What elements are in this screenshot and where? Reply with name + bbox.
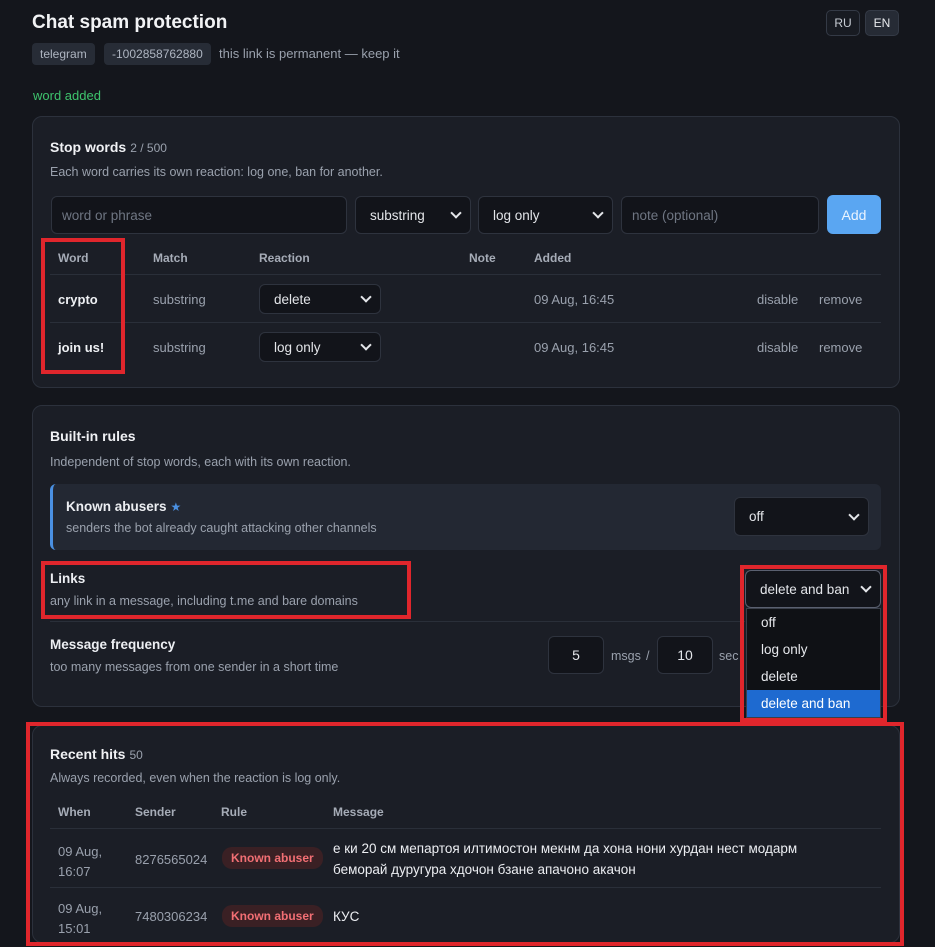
row-word: crypto bbox=[58, 292, 98, 307]
chevron-down-icon bbox=[360, 291, 372, 303]
hit-when: 09 Aug, 15:01 bbox=[58, 899, 102, 939]
hits-title: Recent hits bbox=[50, 746, 126, 762]
col-note: Note bbox=[469, 251, 496, 265]
chevron-down-icon bbox=[360, 339, 372, 351]
links-dropdown-menu: off log only delete delete and ban bbox=[746, 608, 881, 718]
rule-badge: Known abuser bbox=[222, 905, 323, 927]
frequency-msgs-input[interactable]: 5 bbox=[548, 636, 604, 674]
dropdown-option-log-only[interactable]: log only bbox=[747, 636, 880, 663]
match-select-value: substring bbox=[370, 207, 425, 223]
add-button[interactable]: Add bbox=[827, 195, 881, 234]
note-input[interactable]: note (optional) bbox=[621, 196, 819, 234]
hit-message-line: е ки 20 см мепартоя илтимостон мекнм да … bbox=[333, 841, 798, 856]
builtin-subtitle: Independent of stop words, each with its… bbox=[50, 455, 351, 469]
chevron-down-icon bbox=[450, 207, 462, 219]
hit-when-time: 15:01 bbox=[58, 921, 91, 936]
disable-link[interactable]: disable bbox=[757, 292, 798, 307]
row-reaction-value: delete bbox=[274, 291, 311, 307]
col-sender: Sender bbox=[135, 805, 176, 819]
known-abusers-heading: Known abusers ★ bbox=[66, 499, 181, 514]
remove-link[interactable]: remove bbox=[819, 292, 862, 307]
hit-sender: 8276565024 bbox=[135, 852, 208, 867]
divider bbox=[50, 887, 881, 888]
builtin-title: Built-in rules bbox=[50, 428, 136, 444]
chevron-down-icon bbox=[592, 207, 604, 219]
dropdown-option-delete[interactable]: delete bbox=[747, 663, 880, 690]
known-abusers-title: Known abusers bbox=[66, 499, 167, 514]
chevron-down-icon bbox=[848, 508, 860, 521]
row-added: 09 Aug, 16:45 bbox=[534, 340, 615, 355]
links-select[interactable]: delete and ban bbox=[745, 570, 881, 608]
row-reaction-select[interactable]: delete bbox=[259, 284, 381, 314]
col-word: Word bbox=[58, 251, 89, 265]
hit-when: 09 Aug, 16:07 bbox=[58, 842, 102, 882]
word-input[interactable]: word or phrase bbox=[51, 196, 347, 234]
divider bbox=[50, 621, 745, 622]
divider bbox=[50, 274, 881, 275]
hit-sender: 7480306234 bbox=[135, 909, 208, 924]
permanent-note: this link is permanent — keep it bbox=[219, 46, 400, 61]
dropdown-option-delete-and-ban[interactable]: delete and ban bbox=[747, 690, 880, 717]
col-rule: Rule bbox=[221, 805, 248, 819]
lang-ru-button[interactable]: RU bbox=[826, 10, 860, 36]
frequency-msgs-unit: msgs bbox=[611, 649, 641, 663]
links-desc: any link in a message, including t.me an… bbox=[50, 594, 358, 608]
hit-when-date: 09 Aug, bbox=[58, 844, 103, 859]
hits-subtitle: Always recorded, even when the reaction … bbox=[50, 771, 341, 785]
star-icon: ★ bbox=[170, 500, 182, 514]
links-select-value: delete and ban bbox=[760, 581, 850, 597]
stop-words-subtitle: Each word carries its own reaction: log … bbox=[50, 165, 383, 179]
flash-message: word added bbox=[33, 88, 101, 103]
stop-words-heading: Stop words 2 / 500 bbox=[50, 139, 167, 155]
col-added: Added bbox=[534, 251, 572, 265]
row-match: substring bbox=[153, 340, 206, 355]
dropdown-option-off[interactable]: off bbox=[747, 609, 880, 636]
frequency-secs-input[interactable]: 10 bbox=[657, 636, 713, 674]
hit-when-date: 09 Aug, bbox=[58, 901, 103, 916]
divider bbox=[50, 322, 881, 323]
reaction-select-value: log only bbox=[493, 207, 540, 223]
stop-words-title: Stop words bbox=[50, 139, 127, 155]
col-match: Match bbox=[153, 251, 188, 265]
hit-message: КУС bbox=[333, 909, 360, 924]
match-select[interactable]: substring bbox=[355, 196, 471, 234]
links-title: Links bbox=[50, 571, 86, 586]
disable-link[interactable]: disable bbox=[757, 340, 798, 355]
page-title: Chat spam protection bbox=[32, 12, 228, 33]
divider bbox=[50, 828, 881, 829]
stop-words-count: 2 / 500 bbox=[130, 141, 167, 155]
row-word: join us! bbox=[58, 340, 105, 355]
hits-count: 50 bbox=[129, 748, 143, 762]
hit-when-time: 16:07 bbox=[58, 864, 91, 879]
col-when: When bbox=[58, 805, 91, 819]
row-reaction-select[interactable]: log only bbox=[259, 332, 381, 362]
frequency-desc: too many messages from one sender in a s… bbox=[50, 660, 339, 674]
row-match: substring bbox=[153, 292, 206, 307]
lang-en-button[interactable]: EN bbox=[865, 10, 899, 36]
known-abusers-select[interactable]: off bbox=[734, 497, 869, 536]
known-abusers-value: off bbox=[749, 509, 764, 524]
chevron-down-icon bbox=[860, 581, 872, 593]
rule-badge: Known abuser bbox=[222, 847, 323, 869]
platform-chip: telegram bbox=[32, 43, 95, 65]
frequency-title: Message frequency bbox=[50, 637, 176, 652]
row-reaction-value: log only bbox=[274, 339, 321, 355]
row-added: 09 Aug, 16:45 bbox=[534, 292, 615, 307]
remove-link[interactable]: remove bbox=[819, 340, 862, 355]
chat-id-chip: -1002858762880 bbox=[104, 43, 211, 65]
hit-message-line: беморай дуругура хдочон бзане апачоно ак… bbox=[333, 862, 636, 877]
known-abusers-desc: senders the bot already caught attacking… bbox=[66, 521, 377, 535]
hit-message: е ки 20 см мепартоя илтимостон мекнм да … bbox=[333, 838, 797, 880]
frequency-separator: / bbox=[646, 649, 650, 663]
col-message: Message bbox=[333, 805, 384, 819]
col-reaction: Reaction bbox=[259, 251, 310, 265]
frequency-secs-unit: sec bbox=[719, 649, 739, 663]
hits-heading: Recent hits 50 bbox=[50, 746, 143, 762]
reaction-select[interactable]: log only bbox=[478, 196, 613, 234]
